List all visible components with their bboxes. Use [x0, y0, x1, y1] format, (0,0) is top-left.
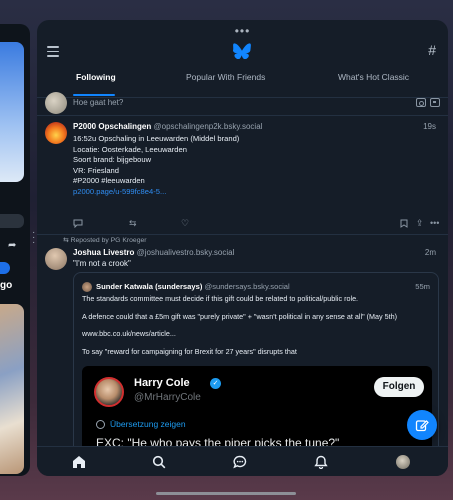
bottom-nav [37, 446, 448, 476]
repost-label[interactable]: Reposted by PG Kroeger [71, 237, 147, 244]
composer-placeholder[interactable]: Hoe gaat het? [73, 98, 123, 107]
follow-button: Folgen [374, 377, 424, 397]
background-photo [0, 304, 24, 474]
tab-following[interactable]: Following [76, 72, 116, 82]
embed-author-handle: @MrHarryCole [134, 392, 201, 403]
profile-avatar[interactable] [396, 455, 410, 469]
share-icon: ➦ [8, 240, 17, 251]
more-icon[interactable]: ••• [430, 218, 439, 228]
post-text: "I'm not a crook" [73, 259, 131, 268]
feeds-hash-icon[interactable]: # [428, 42, 436, 58]
post-line: #P2000 #leeuwarden [73, 176, 145, 186]
share-icon[interactable]: ⇪ [416, 218, 424, 229]
post-timestamp[interactable]: 19s [423, 122, 436, 131]
feed-post[interactable]: P2000 Opschalingen @opschalingenp2k.bsky… [37, 118, 448, 235]
compose-button[interactable] [407, 410, 437, 440]
background-bar [0, 214, 24, 228]
background-pill [0, 262, 10, 274]
gallery-icon[interactable] [430, 98, 440, 107]
search-icon[interactable] [152, 455, 166, 469]
post-timestamp: 55m [415, 282, 430, 291]
post-line: VR: Friesland [73, 165, 120, 175]
author-name: Sunder Katwala (sundersays) [96, 282, 203, 291]
camera-icon[interactable] [416, 98, 426, 107]
reply-icon[interactable] [73, 219, 83, 228]
window-handle[interactable]: ••• [37, 24, 448, 38]
avatar [94, 377, 124, 407]
top-bar: # [37, 40, 448, 66]
home-icon[interactable] [72, 455, 86, 469]
home-indicator[interactable] [156, 492, 296, 495]
quoted-paragraph: A defence could that a £5m gift was "pur… [82, 311, 398, 321]
quoted-paragraph: www.bbc.co.uk/news/article... [82, 329, 176, 338]
post-line: Locatie: Oosterkade, Leeuwarden [73, 144, 187, 154]
translate-link: Übersetzung zeigen [110, 419, 186, 429]
verified-icon: ✓ [210, 378, 221, 389]
post-text: 16:52u Opschaling in Leeuwarden (Middel … [73, 134, 239, 198]
author-handle: @sundersays.bsky.social [204, 282, 290, 291]
avatar [82, 282, 92, 292]
quoted-paragraph: The standards committee must decide if t… [82, 294, 359, 303]
author-handle[interactable]: @opschalingenp2k.bsky.social [154, 122, 263, 131]
quoted-paragraph: To say "reward for campaigning for Brexi… [82, 346, 297, 356]
post-line: 16:52u Opschaling in Leeuwarden (Middel … [73, 134, 240, 143]
butterfly-icon[interactable] [233, 43, 251, 59]
background-card [0, 42, 24, 182]
bookmark-icon[interactable] [400, 219, 408, 228]
post-actions: ⇆ ♡ ⇪ ••• [73, 218, 443, 230]
menu-icon[interactable] [47, 46, 59, 57]
bell-icon[interactable] [314, 455, 328, 469]
avatar[interactable] [45, 248, 67, 270]
post-header: Joshua Livestro @joshualivestro.bsky.soc… [73, 248, 234, 257]
post-link[interactable]: p2000.page/u-599fc8e4-5... [73, 187, 239, 198]
background-text: go [0, 280, 13, 291]
composer[interactable]: Hoe gaat het? [37, 90, 448, 116]
author-handle[interactable]: @joshualivestro.bsky.social [137, 248, 235, 257]
chat-icon[interactable] [233, 455, 247, 469]
translate-icon [96, 420, 105, 429]
tab-whats-hot-classic[interactable]: What's Hot Classic [338, 72, 409, 82]
more-vertical-icon[interactable]: · · · [32, 228, 36, 248]
app-window: ••• # Following Popular With Friends Wha… [37, 20, 448, 476]
quoted-post-text: The standards committee must decide if t… [82, 294, 432, 364]
repost-indicator: ⇆ Reposted by PG Kroeger [63, 236, 147, 244]
post-line: Soort brand: bijgebouw [73, 155, 152, 165]
author-name[interactable]: Joshua Livestro [73, 248, 134, 257]
repost-icon: ⇆ [63, 237, 71, 244]
post-timestamp[interactable]: 2m [425, 248, 436, 257]
author-name[interactable]: P2000 Opschalingen [73, 122, 151, 131]
post-header: P2000 Opschalingen @opschalingenp2k.bsky… [73, 122, 262, 131]
like-icon[interactable]: ♡ [181, 218, 189, 229]
quoted-post[interactable]: Sunder Katwala (sundersays) @sundersays.… [73, 272, 439, 472]
pencil-icon [415, 420, 429, 432]
tab-popular-with-friends[interactable]: Popular With Friends [186, 72, 265, 82]
avatar[interactable] [45, 122, 67, 144]
background-window[interactable]: ➦ go [0, 24, 30, 476]
feed-post[interactable]: ⇆ Reposted by PG Kroeger Joshua Livestro… [37, 236, 448, 476]
quoted-post-header: Sunder Katwala (sundersays) @sundersays.… [96, 282, 290, 291]
embed-author-name: Harry Cole [134, 377, 190, 389]
avatar [45, 92, 67, 114]
repost-icon[interactable]: ⇆ [129, 218, 137, 229]
